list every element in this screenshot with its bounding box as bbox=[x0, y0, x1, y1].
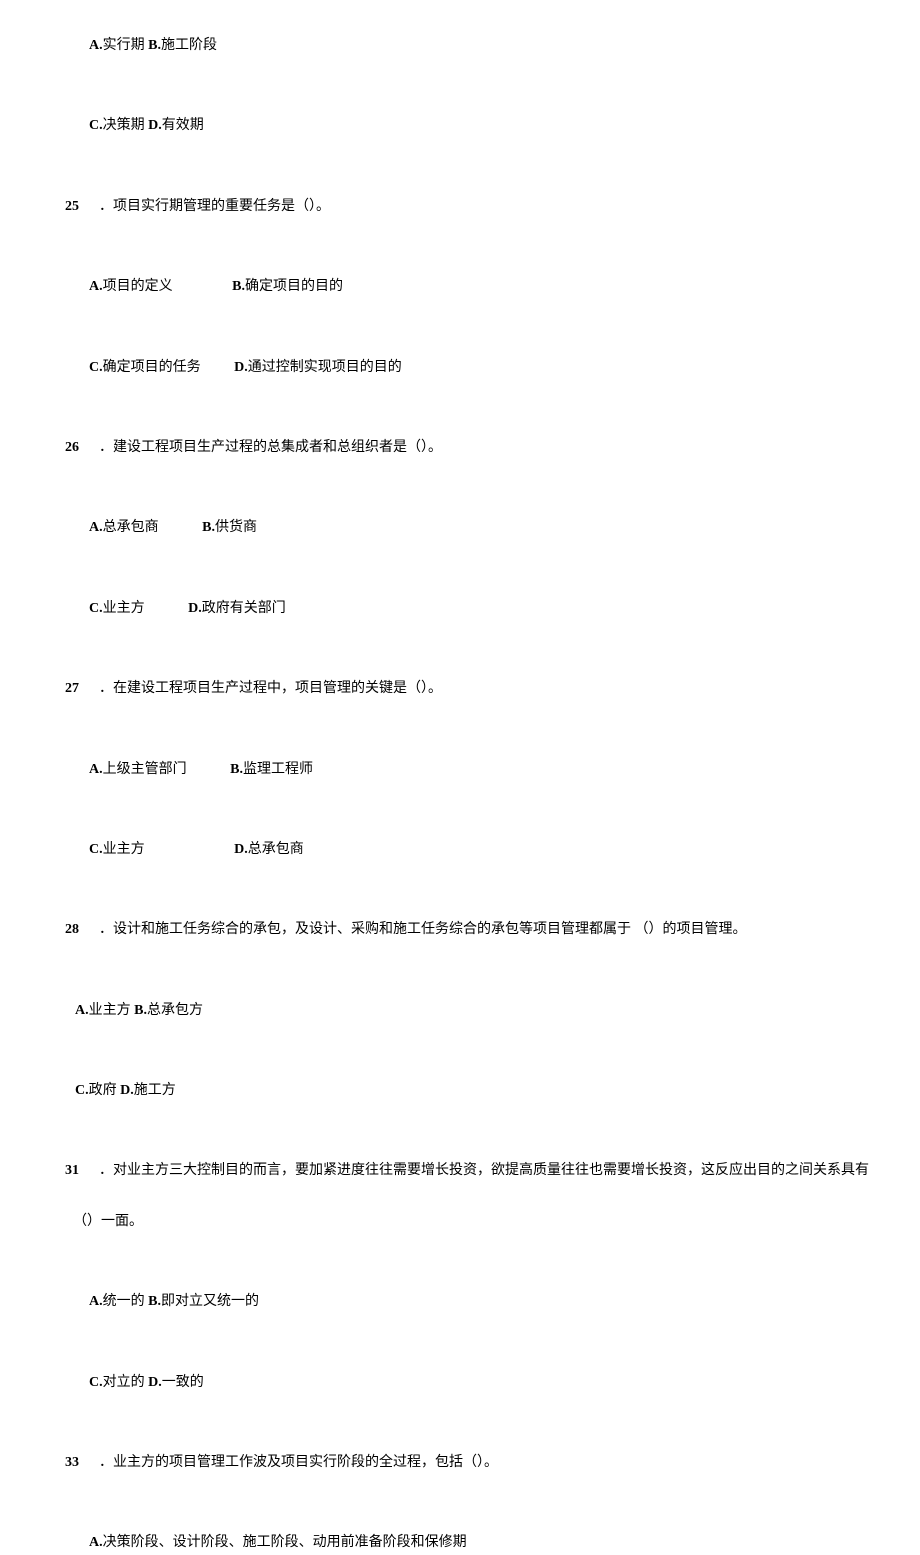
question-number: 26 bbox=[65, 437, 99, 459]
question-sep: ． bbox=[99, 437, 113, 459]
question-31: 31 ． 对业主方三大控制目的而言，要加紧进度往往需要增长投资，欲提高质量往往也… bbox=[65, 1160, 875, 1182]
question-33: 33 ． 业主方的项目管理工作波及项目实行阶段的全过程，包括（）。 bbox=[65, 1452, 875, 1474]
q31-options-cd: C.对立的 D.一致的 bbox=[65, 1372, 875, 1394]
option-text-d: 政府有关部门 bbox=[202, 601, 286, 616]
question-text: 建设工程项目生产过程的总集成者和总组织者是（）。 bbox=[113, 437, 875, 459]
option-text-b: 总承包方 bbox=[147, 1003, 203, 1018]
option-text-d: 有效期 bbox=[162, 118, 204, 133]
q27-options-cd: C.业主方 D.总承包商 bbox=[65, 839, 875, 861]
option-label-a: A. bbox=[89, 1535, 103, 1550]
question-sep: ． bbox=[99, 678, 113, 700]
option-text-a: 上级主管部门 bbox=[103, 762, 187, 777]
question-28: 28 ． 设计和施工任务综合的承包，及设计、采购和施工任务综合的承包等项目管理都… bbox=[65, 919, 875, 941]
option-label-a: A. bbox=[89, 1294, 103, 1309]
question-text: 项目实行期管理的重要任务是（）。 bbox=[113, 196, 875, 218]
option-label-c: C. bbox=[89, 842, 103, 857]
option-label-d: D. bbox=[234, 842, 248, 857]
option-label-c: C. bbox=[89, 360, 103, 375]
option-text-b: 供货商 bbox=[215, 520, 257, 535]
option-label-a: A. bbox=[75, 1003, 89, 1018]
q33-options-a: A.决策阶段、设计阶段、施工阶段、动用前准备阶段和保修期 bbox=[65, 1532, 875, 1554]
option-label-a: A. bbox=[89, 279, 103, 294]
option-label-b: B. bbox=[202, 520, 215, 535]
question-sep: ． bbox=[99, 919, 113, 941]
question-text: 在建设工程项目生产过程中，项目管理的关键是（）。 bbox=[113, 678, 875, 700]
q26-options-cd: C.业主方 D.政府有关部门 bbox=[65, 598, 875, 620]
option-label-a: A. bbox=[89, 520, 103, 535]
question-text: 设计和施工任务综合的承包，及设计、采购和施工任务综合的承包等项目管理都属于 （）… bbox=[113, 919, 875, 941]
option-label-b: B. bbox=[230, 762, 243, 777]
option-text-a: 决策阶段、设计阶段、施工阶段、动用前准备阶段和保修期 bbox=[103, 1535, 467, 1550]
option-text-d: 总承包商 bbox=[248, 842, 304, 857]
option-text-a: 总承包商 bbox=[103, 520, 159, 535]
option-label-c: C. bbox=[75, 1083, 89, 1098]
option-text-c: 政府 bbox=[89, 1083, 117, 1098]
option-label-b: B. bbox=[134, 1003, 147, 1018]
option-label-c: C. bbox=[89, 601, 103, 616]
q26-options-ab: A.总承包商 B.供货商 bbox=[65, 517, 875, 539]
question-number: 27 bbox=[65, 678, 99, 700]
question-text: 对业主方三大控制目的而言，要加紧进度往往需要增长投资，欲提高质量往往也需要增长投… bbox=[113, 1160, 875, 1182]
q25-options-cd: C.确定项目的任务 D.通过控制实现项目的目的 bbox=[65, 357, 875, 379]
option-label-b: B. bbox=[232, 279, 245, 294]
q25-options-ab: A.项目的定义 B.确定项目的目的 bbox=[65, 276, 875, 298]
q31-options-ab: A.统一的 B.即对立又统一的 bbox=[65, 1291, 875, 1313]
question-number: 25 bbox=[65, 196, 99, 218]
option-label-d: D. bbox=[148, 1375, 162, 1390]
option-label-b: B. bbox=[148, 38, 161, 53]
q28-options-cd: C.政府 D.施工方 bbox=[65, 1080, 875, 1102]
question-number: 28 bbox=[65, 919, 99, 941]
question-sep: ． bbox=[99, 1160, 113, 1182]
question-number: 31 bbox=[65, 1160, 99, 1182]
question-31-line2: （）一面。 bbox=[65, 1211, 875, 1233]
question-text: 业主方的项目管理工作波及项目实行阶段的全过程，包括（）。 bbox=[113, 1452, 875, 1474]
option-text-c: 确定项目的任务 bbox=[103, 360, 201, 375]
question-27: 27 ． 在建设工程项目生产过程中，项目管理的关键是（）。 bbox=[65, 678, 875, 700]
option-text-d: 施工方 bbox=[134, 1083, 176, 1098]
option-label-d: D. bbox=[120, 1083, 134, 1098]
option-text-b: 施工阶段 bbox=[161, 38, 217, 53]
option-label-a: A. bbox=[89, 38, 103, 53]
question-26: 26 ． 建设工程项目生产过程的总集成者和总组织者是（）。 bbox=[65, 437, 875, 459]
option-text-c: 对立的 bbox=[103, 1375, 145, 1390]
option-label-a: A. bbox=[89, 762, 103, 777]
option-text-a: 实行期 bbox=[103, 38, 145, 53]
question-25: 25 ． 项目实行期管理的重要任务是（）。 bbox=[65, 196, 875, 218]
option-text-d: 一致的 bbox=[162, 1375, 204, 1390]
option-text-c: 业主方 bbox=[103, 601, 145, 616]
option-label-c: C. bbox=[89, 1375, 103, 1390]
option-text-c: 业主方 bbox=[103, 842, 145, 857]
option-text-b: 即对立又统一的 bbox=[161, 1294, 259, 1309]
option-label-b: B. bbox=[148, 1294, 161, 1309]
option-label-d: D. bbox=[148, 118, 162, 133]
option-label-c: C. bbox=[89, 118, 103, 133]
q27-options-ab: A.上级主管部门 B.监理工程师 bbox=[65, 759, 875, 781]
question-sep: ． bbox=[99, 196, 113, 218]
q24-options-ab: A.实行期 B.施工阶段 bbox=[65, 35, 875, 57]
option-text-d: 通过控制实现项目的目的 bbox=[248, 360, 402, 375]
question-sep: ． bbox=[99, 1452, 113, 1474]
option-label-d: D. bbox=[234, 360, 248, 375]
q24-options-cd: C.决策期 D.有效期 bbox=[65, 115, 875, 137]
question-text-cont: （）一面。 bbox=[73, 1214, 143, 1229]
option-text-a: 业主方 bbox=[89, 1003, 131, 1018]
option-text-a: 统一的 bbox=[103, 1294, 145, 1309]
question-number: 33 bbox=[65, 1452, 99, 1474]
option-text-a: 项目的定义 bbox=[103, 279, 173, 294]
option-text-c: 决策期 bbox=[103, 118, 145, 133]
option-label-d: D. bbox=[188, 601, 202, 616]
q28-options-ab: A.业主方 B.总承包方 bbox=[65, 1000, 875, 1022]
option-text-b: 监理工程师 bbox=[243, 762, 313, 777]
option-text-b: 确定项目的目的 bbox=[245, 279, 343, 294]
